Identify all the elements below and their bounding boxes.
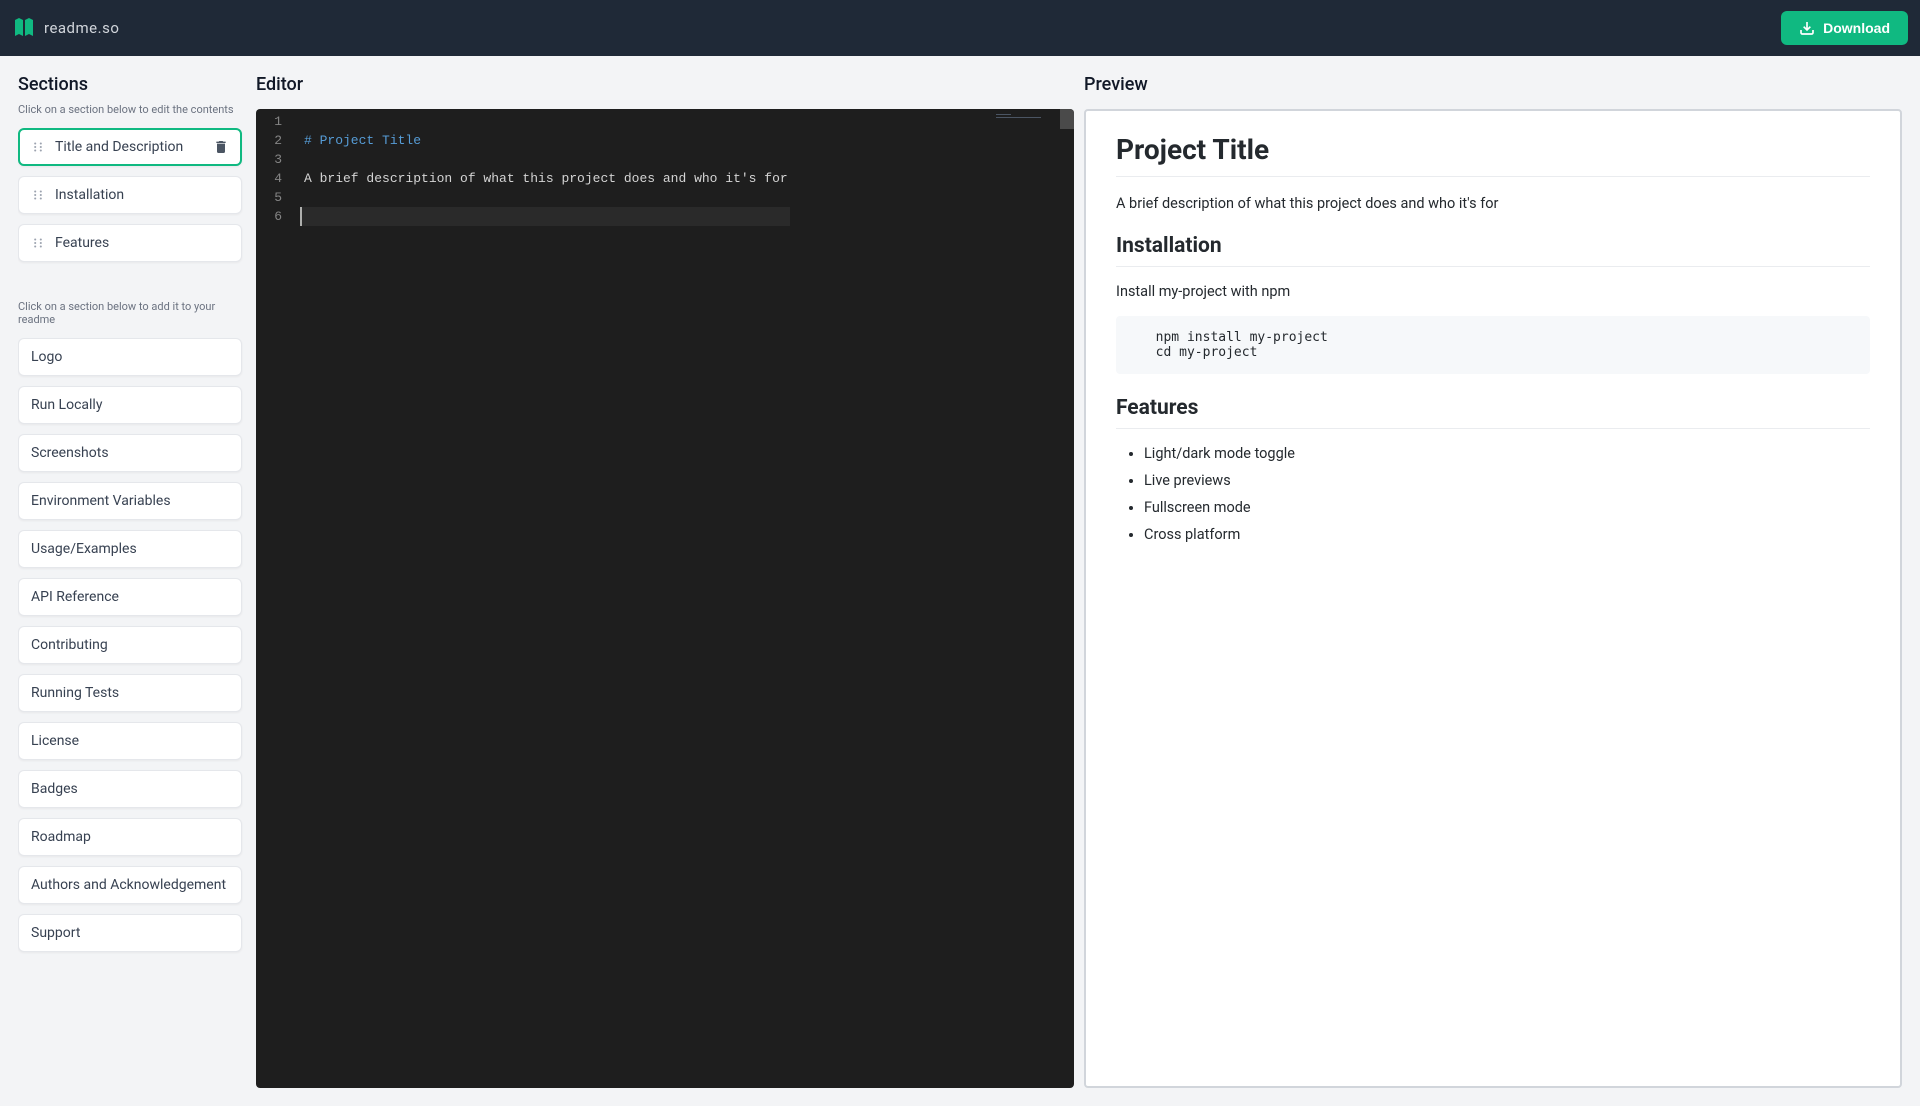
section-item-label: Installation: [55, 187, 229, 203]
available-section-item[interactable]: License: [18, 722, 242, 760]
available-section-item[interactable]: Roadmap: [18, 818, 242, 856]
available-section-item[interactable]: Running Tests: [18, 674, 242, 712]
editor-column: Editor 123456 # Project Title A brief de…: [256, 74, 1074, 1088]
app-header: readme.so Download: [0, 0, 1920, 56]
preview-description: A brief description of what this project…: [1116, 195, 1870, 212]
preview-column: Preview Project Title A brief descriptio…: [1084, 74, 1902, 1088]
minimap[interactable]: [996, 114, 1046, 118]
book-icon: [12, 16, 36, 40]
available-section-item[interactable]: Run Locally: [18, 386, 242, 424]
add-hint: Click on a section below to add it to yo…: [18, 300, 242, 326]
available-section-item[interactable]: Usage/Examples: [18, 530, 242, 568]
available-section-item[interactable]: Support: [18, 914, 242, 952]
main-content: Sections Click on a section below to edi…: [0, 56, 1920, 1106]
list-item: Cross platform: [1144, 526, 1870, 543]
list-item: Light/dark mode toggle: [1144, 445, 1870, 462]
drag-handle-icon[interactable]: [31, 188, 45, 202]
logo-text: readme.so: [44, 19, 119, 37]
available-section-item[interactable]: API Reference: [18, 578, 242, 616]
preview-pane: Project Title A brief description of wha…: [1084, 109, 1902, 1088]
preview-h1: Project Title: [1116, 133, 1870, 177]
download-label: Download: [1823, 20, 1890, 36]
available-section-item[interactable]: Environment Variables: [18, 482, 242, 520]
code-editor[interactable]: 123456 # Project Title A brief descripti…: [256, 109, 1074, 1088]
list-item: Fullscreen mode: [1144, 499, 1870, 516]
section-item-label: Features: [55, 235, 229, 251]
edit-hint: Click on a section below to edit the con…: [18, 103, 242, 116]
section-item[interactable]: Features: [18, 224, 242, 262]
logo[interactable]: readme.so: [12, 16, 119, 40]
available-section-item[interactable]: Contributing: [18, 626, 242, 664]
drag-handle-icon[interactable]: [31, 140, 45, 154]
preview-install-text: Install my-project with npm: [1116, 283, 1870, 300]
available-section-item[interactable]: Badges: [18, 770, 242, 808]
section-item-label: Title and Description: [55, 139, 203, 155]
editor-scrollbar[interactable]: [1060, 109, 1074, 129]
editor-title: Editor: [256, 74, 1074, 95]
code-area[interactable]: # Project Title A brief description of w…: [296, 112, 1074, 226]
preview-title: Preview: [1084, 74, 1902, 95]
download-icon: [1799, 20, 1815, 36]
download-button[interactable]: Download: [1781, 11, 1908, 45]
section-item[interactable]: Installation: [18, 176, 242, 214]
preview-features-list: Light/dark mode toggle Live previews Fulls…: [1116, 445, 1870, 543]
preview-h2-installation: Installation: [1116, 234, 1870, 267]
sections-sidebar: Sections Click on a section below to edi…: [18, 74, 246, 1088]
trash-icon[interactable]: [213, 139, 229, 155]
available-section-item[interactable]: Logo: [18, 338, 242, 376]
section-item[interactable]: Title and Description: [18, 128, 242, 166]
list-item: Live previews: [1144, 472, 1870, 489]
available-section-item[interactable]: Authors and Acknowledgement: [18, 866, 242, 904]
preview-h2-features: Features: [1116, 396, 1870, 429]
sections-title: Sections: [18, 74, 242, 95]
available-section-item[interactable]: Screenshots: [18, 434, 242, 472]
drag-handle-icon[interactable]: [31, 236, 45, 250]
line-numbers: 123456: [256, 112, 296, 226]
preview-code-block: npm install my-project cd my-project: [1116, 316, 1870, 374]
